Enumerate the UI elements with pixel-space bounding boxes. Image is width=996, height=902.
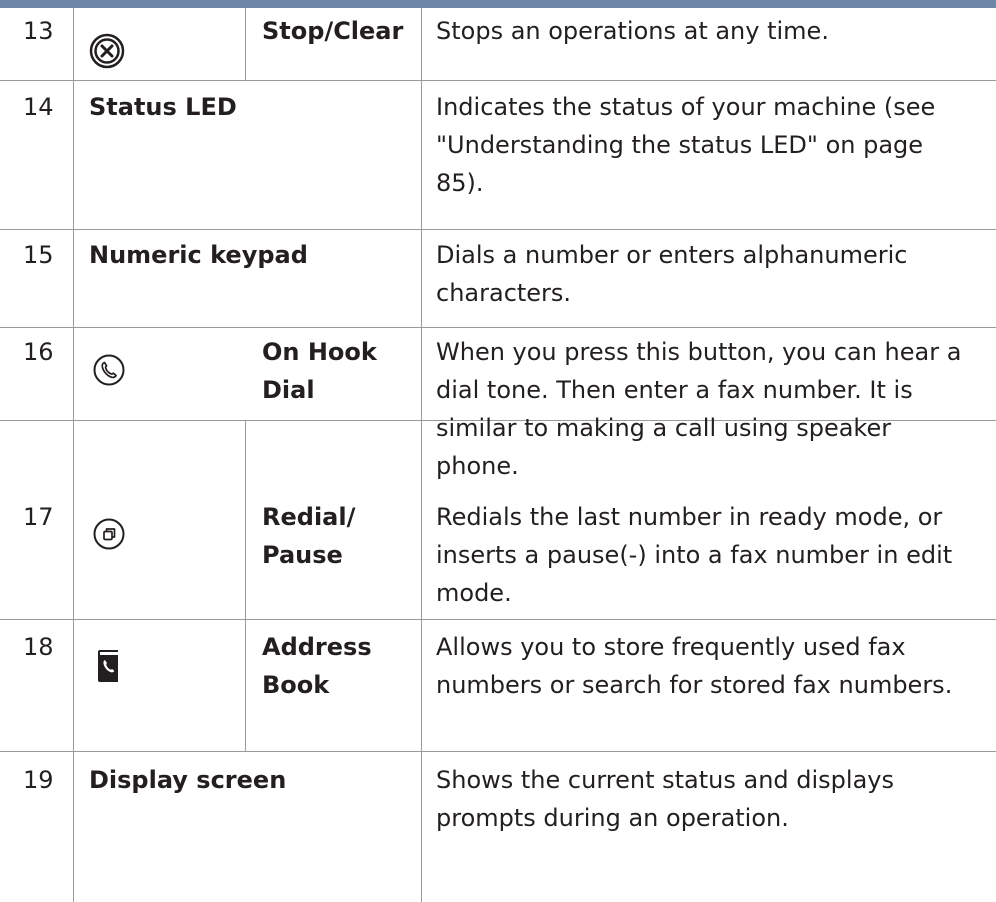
- row-divider: [0, 229, 996, 230]
- row-description: Redials the last number in ready mode, o…: [436, 503, 943, 531]
- row-description: When you press this button, you can hear…: [436, 338, 962, 366]
- header-rule: [0, 0, 996, 8]
- col-divider-3: [421, 8, 422, 902]
- row-description: "Understanding the status LED" on page: [436, 131, 924, 159]
- row-number: 13: [23, 17, 54, 45]
- row-description: mode.: [436, 579, 512, 607]
- row-description: Dials a number or enters alphanumeric: [436, 241, 908, 269]
- col-divider-2: [245, 420, 246, 752]
- col-divider-2: [245, 8, 246, 80]
- row-number: 18: [23, 633, 54, 661]
- row-description: dial tone. Then enter a fax number. It i…: [436, 376, 913, 404]
- row-name: Book: [262, 671, 330, 699]
- row-description: Stops an operations at any time.: [436, 17, 829, 45]
- stop-clear-icon: [89, 33, 125, 69]
- row-divider: [0, 751, 996, 752]
- row-description: Shows the current status and displays: [436, 766, 894, 794]
- on-hook-dial-icon: [93, 354, 125, 386]
- row-name: Stop/Clear: [262, 17, 404, 45]
- row-name: Address: [262, 633, 372, 661]
- redial-pause-icon: [93, 518, 125, 550]
- row-name: Pause: [262, 541, 343, 569]
- row-description: Indicates the status of your machine (se…: [436, 93, 936, 121]
- row-description: similar to making a call using speaker: [436, 414, 892, 442]
- row-name: On Hook: [262, 338, 377, 366]
- row-description: characters.: [436, 279, 572, 307]
- row-divider: [0, 80, 996, 81]
- row-name: Redial/: [262, 503, 356, 531]
- row-description: Allows you to store frequently used fax: [436, 633, 906, 661]
- row-number: 17: [23, 503, 54, 531]
- row-number: 15: [23, 241, 54, 269]
- row-description: 85).: [436, 169, 484, 197]
- row-divider: [0, 619, 996, 620]
- row-description: numbers or search for stored fax numbers…: [436, 671, 953, 699]
- row-number: 16: [23, 338, 54, 366]
- row-name: Dial: [262, 376, 315, 404]
- row-number: 19: [23, 766, 54, 794]
- row-name: Display screen: [89, 766, 287, 794]
- row-name: Status LED: [89, 93, 237, 121]
- control-panel-table: 13 Stop/Clear Stops an operations at any…: [0, 8, 996, 902]
- row-number: 14: [23, 93, 54, 121]
- row-description: prompts during an operation.: [436, 804, 789, 832]
- row-divider: [0, 327, 996, 328]
- row-name: Numeric keypad: [89, 241, 308, 269]
- address-book-icon: [98, 650, 118, 682]
- row-description: phone.: [436, 452, 519, 480]
- col-divider-1: [73, 8, 74, 902]
- row-description: inserts a pause(-) into a fax number in …: [436, 541, 953, 569]
